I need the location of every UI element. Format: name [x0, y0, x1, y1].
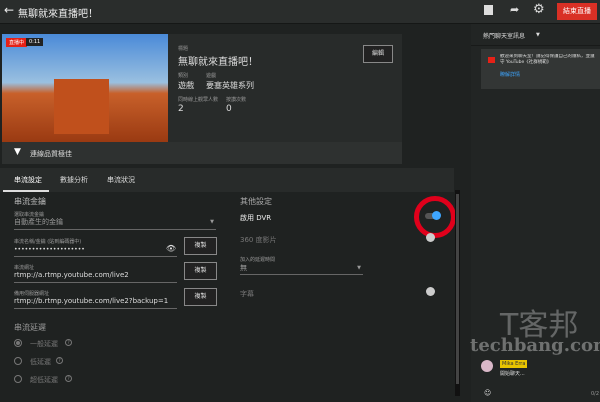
highlight-circle	[414, 196, 456, 238]
youtube-icon	[488, 57, 495, 63]
clapperboard-icon[interactable]	[484, 5, 493, 15]
stream-key-field[interactable]: •••••••••••••••••••• 👁	[14, 244, 177, 257]
key-value: ••••••••••••••••••••	[14, 246, 85, 253]
dropdown-icon: ▼	[210, 219, 214, 225]
help-icon[interactable]: ?	[65, 375, 72, 382]
copy-backup-button[interactable]: 複製	[184, 288, 217, 306]
chat-header: 熱門聊天室訊息 ▼	[471, 24, 600, 46]
stream-info-panel: 直播中 0:11 標題 無聊就來直播吧！ 類別 遊戲 遊戲 要塞英雄系列 同時線…	[2, 34, 402, 164]
select-value: 自動產生的金鑰	[14, 218, 63, 226]
viewers: 2	[178, 104, 184, 114]
delay-label: 加入的延遲時間	[240, 257, 276, 263]
page-title: 無聊就來直播吧！	[18, 9, 98, 20]
tab-stream-health[interactable]: 串流狀況	[107, 175, 135, 185]
dvr-label: 啟用 DVR	[240, 214, 272, 222]
live-badge: 直播中	[6, 38, 28, 47]
stream-key-heading: 串流金鑰	[14, 197, 46, 206]
edit-button[interactable]: 編輯	[363, 45, 393, 63]
likes-label: 按讚次數	[226, 97, 247, 103]
radio-selected[interactable]	[14, 339, 22, 347]
copy-url-button[interactable]: 複製	[184, 262, 217, 280]
likes: 0	[226, 104, 232, 114]
title-label: 標題	[178, 46, 189, 52]
vr360-label: 360 度影片	[240, 236, 277, 244]
viewers-label: 同時線上觀眾人數	[178, 97, 219, 103]
latency-label: 一般延遲	[30, 340, 58, 348]
gear-icon[interactable]: ⚙	[533, 2, 545, 17]
user-name: Mika Erra	[500, 360, 528, 368]
chat-mode-select[interactable]: 熱門聊天室訊息	[483, 31, 525, 40]
category-label: 類別	[178, 73, 189, 79]
latency-heading: 串流延遲	[14, 323, 46, 332]
game-label: 遊戲	[206, 73, 217, 79]
latency-label: 超低延遲	[30, 376, 58, 384]
dropdown-icon: ▼	[536, 32, 540, 38]
dropdown-icon: ▼	[357, 265, 361, 271]
help-icon[interactable]: ?	[65, 339, 72, 346]
message-placeholder[interactable]: 開始聊天...	[500, 370, 525, 377]
active-tab-indicator	[3, 190, 49, 192]
stream-key-select[interactable]: 自動產生的金鑰 ▼	[14, 217, 216, 230]
other-settings-heading: 其他設定	[240, 197, 272, 206]
butte-shape	[54, 79, 109, 134]
watermark-logo: T客邦	[500, 308, 579, 343]
tab-bar: 串流設定 數據分析 串流狀況	[0, 168, 454, 192]
connection-bar: ▼ 連線品質極佳	[2, 142, 402, 164]
wifi-icon: ▼	[14, 147, 21, 157]
learn-more-link[interactable]: 瞭解詳情	[500, 71, 520, 78]
stream-title: 無聊就來直播吧！	[178, 57, 258, 68]
delay-value: 無	[240, 264, 247, 272]
game: 要塞英雄系列	[206, 81, 254, 90]
end-stream-button[interactable]: 結束直播	[557, 3, 597, 20]
backup-url-field[interactable]: rtmp://b.rtmp.youtube.com/live2?backup=1	[14, 296, 177, 309]
captions-label: 字幕	[240, 290, 254, 298]
stream-url-field[interactable]: rtmp://a.rtmp.youtube.com/live2	[14, 270, 177, 283]
radio[interactable]	[14, 357, 22, 365]
emoji-icon[interactable]: ☺	[484, 389, 491, 397]
copy-key-button[interactable]: 複製	[184, 237, 217, 255]
char-counter: 0/2	[591, 391, 600, 397]
notice-text: 歡迎來到聊天室！請記得保護自己的隱私，並遵守 YouTube《社群規範》	[500, 54, 595, 65]
back-arrow-icon[interactable]: ←	[4, 3, 14, 17]
visibility-off-icon[interactable]: 👁	[166, 244, 176, 253]
category: 遊戲	[178, 81, 194, 90]
stream-preview: 直播中 0:11	[2, 34, 168, 142]
radio[interactable]	[14, 375, 22, 383]
connection-status: 連線品質極佳	[30, 150, 72, 158]
chat-notice: 歡迎來到聊天室！請記得保護自己的隱私，並遵守 YouTube《社群規範》 瞭解詳…	[481, 49, 600, 89]
scrollbar[interactable]	[455, 190, 460, 396]
avatar	[481, 360, 493, 372]
vr360-toggle[interactable]	[426, 233, 435, 242]
backup-value: rtmp://b.rtmp.youtube.com/live2?backup=1	[14, 297, 169, 305]
tab-analytics[interactable]: 數據分析	[60, 175, 88, 185]
help-icon[interactable]: ?	[56, 357, 63, 364]
tab-stream-settings[interactable]: 串流設定	[14, 175, 42, 185]
delay-select[interactable]: 無 ▼	[240, 263, 363, 275]
captions-toggle[interactable]	[426, 287, 435, 296]
top-bar: ← 無聊就來直播吧！ ➦ ⚙ 結束直播	[0, 0, 600, 24]
url-value: rtmp://a.rtmp.youtube.com/live2	[14, 271, 129, 279]
share-icon[interactable]: ➦	[510, 3, 519, 16]
duration: 0:11	[26, 38, 44, 46]
latency-label: 低延遲	[30, 358, 51, 366]
